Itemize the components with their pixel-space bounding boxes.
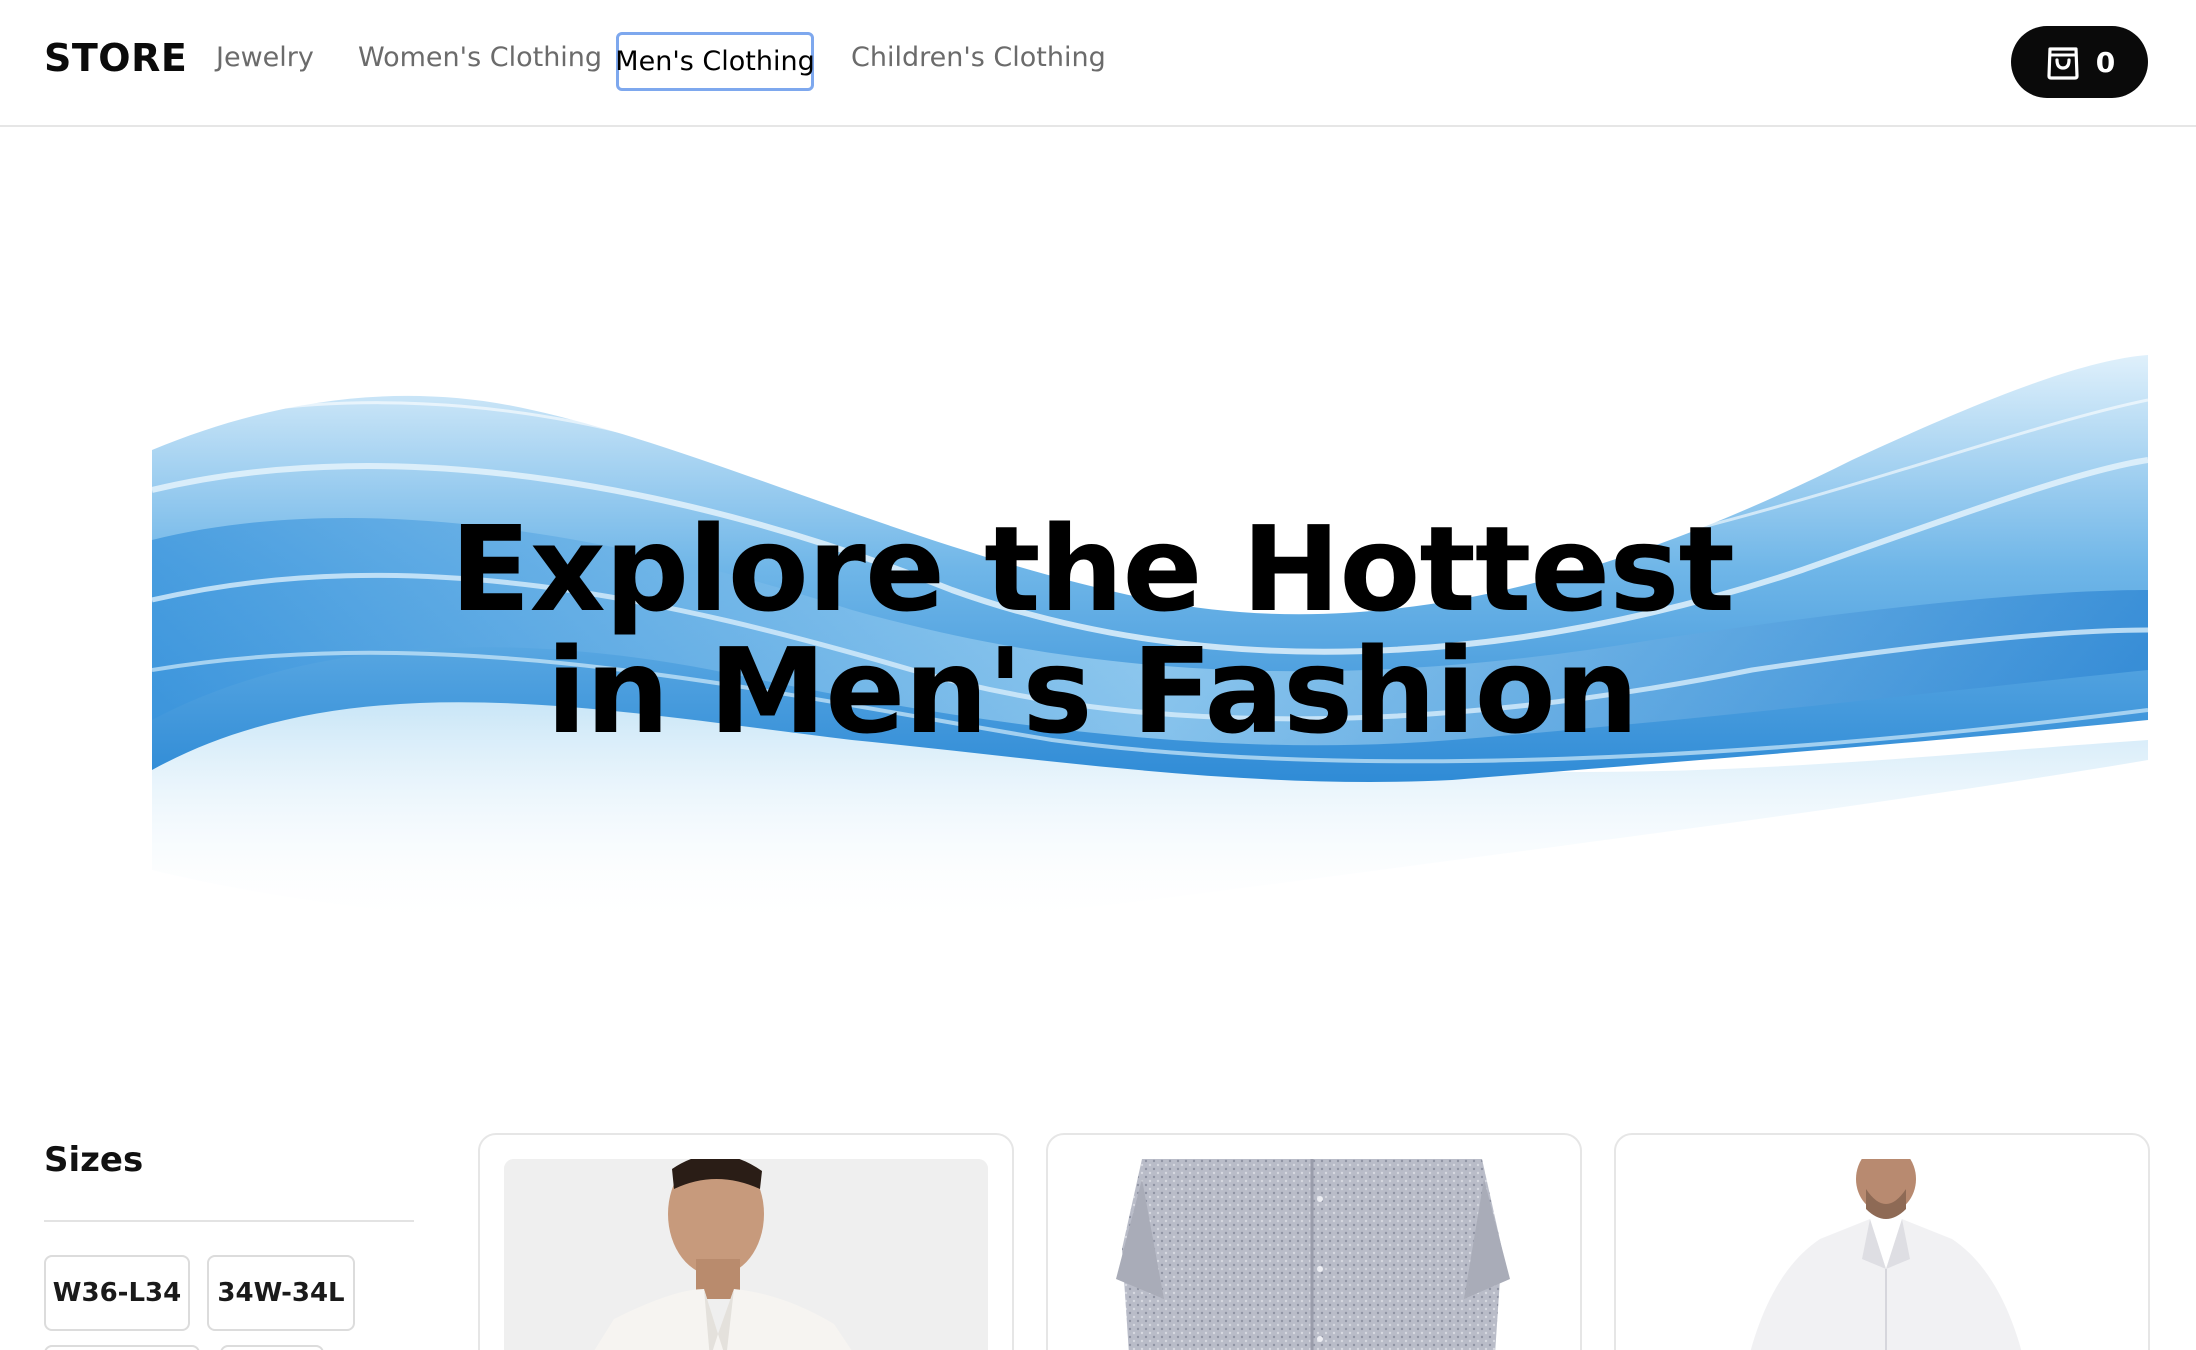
product-image-model-white-shirt[interactable] — [504, 1159, 988, 1350]
product-image-grey-patterned-shirt[interactable] — [1072, 1159, 1556, 1350]
cart-count: 0 — [2095, 45, 2116, 79]
nav-link-jewelry[interactable]: Jewelry — [216, 42, 314, 73]
top-navigation-bar: STORE Jewelry Women's Clothing Men's Clo… — [0, 0, 2196, 127]
size-option-partial[interactable] — [220, 1345, 324, 1350]
shopping-bag-icon — [2044, 40, 2082, 84]
nav-link-mens-clothing[interactable]: Men's Clothing — [615, 32, 815, 91]
hero-heading: Explore the Hottest in Men's Fashion — [152, 508, 2032, 752]
store-logo[interactable]: STORE — [44, 36, 187, 80]
size-option-34w-34l[interactable]: 34W-34L — [207, 1255, 355, 1331]
size-option-w36-l34[interactable]: W36-L34 — [44, 1255, 190, 1331]
product-card[interactable] — [478, 1133, 1014, 1350]
product-card[interactable] — [1046, 1133, 1582, 1350]
hero-heading-line-1: Explore the Hottest — [450, 500, 1735, 638]
nav-link-childrens-clothing[interactable]: Children's Clothing — [851, 42, 1106, 73]
sizes-filter-heading: Sizes — [44, 1140, 144, 1180]
hero-banner: Explore the Hottest in Men's Fashion — [152, 340, 2148, 930]
product-card[interactable] — [1614, 1133, 2150, 1350]
size-option-partial[interactable] — [44, 1345, 200, 1350]
cart-button[interactable]: 0 — [2011, 26, 2148, 98]
sizes-divider — [44, 1220, 414, 1222]
product-image-white-dress-shirt[interactable] — [1640, 1159, 2124, 1350]
nav-link-womens-clothing[interactable]: Women's Clothing — [358, 42, 602, 73]
hero-heading-line-2: in Men's Fashion — [546, 622, 1639, 760]
